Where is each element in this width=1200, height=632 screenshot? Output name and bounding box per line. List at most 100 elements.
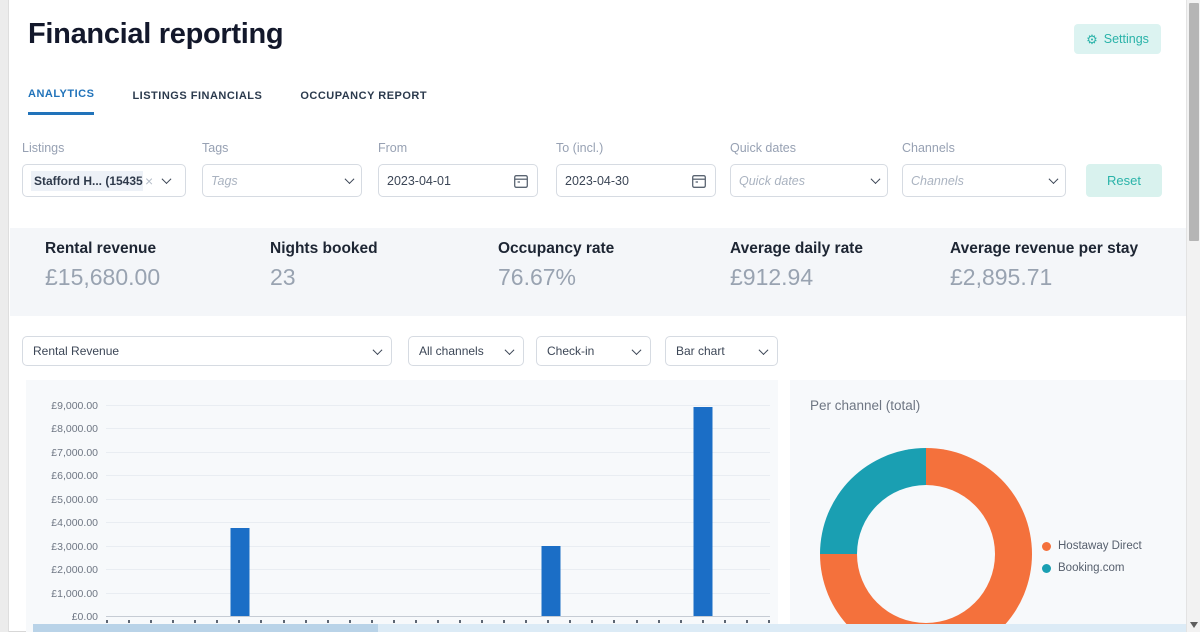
legend-item[interactable]: Hostaway Direct: [1042, 540, 1142, 552]
donut-legend: Hostaway Direct Booking.com: [1042, 540, 1142, 574]
listings-select[interactable]: Stafford H... (15435 ×: [22, 164, 186, 197]
x-axis-tick: [349, 620, 351, 623]
x-axis-tick: [106, 620, 108, 623]
tab-listings-financials[interactable]: LISTINGS FINANCIALS: [132, 88, 262, 115]
donut-hole: [857, 485, 995, 623]
gridline: [106, 569, 770, 570]
legend-item[interactable]: Booking.com: [1042, 562, 1142, 574]
listings-label: Listings: [22, 141, 64, 155]
tab-occupancy-report[interactable]: OCCUPANCY REPORT: [300, 88, 427, 115]
date-basis-value: Check-in: [547, 344, 627, 358]
x-axis-tick: [746, 620, 748, 623]
revenue-bar: [231, 528, 250, 616]
channels-select[interactable]: Channels: [902, 164, 1066, 197]
x-axis-tick: [194, 620, 196, 623]
channel-filter-value: All channels: [419, 344, 500, 358]
metric-select-value: Rental Revenue: [33, 344, 368, 358]
stat-value: £15,680.00: [45, 264, 160, 291]
from-date-input[interactable]: 2023-04-01: [378, 164, 538, 197]
x-axis-tick: [658, 620, 660, 623]
x-axis-tick: [216, 620, 218, 623]
to-date-value: 2023-04-30: [565, 174, 685, 188]
to-label: To (incl.): [556, 141, 603, 155]
stat-value: 23: [270, 264, 378, 291]
settings-button[interactable]: ⚙ Settings: [1074, 24, 1161, 54]
chevron-down-icon[interactable]: [1049, 174, 1059, 184]
x-axis-tick: [371, 620, 373, 623]
chevron-down-icon[interactable]: [759, 345, 769, 355]
x-axis-tick: [768, 620, 770, 623]
y-axis-tick-label: £9,000.00: [26, 400, 98, 412]
channels-placeholder: Channels: [911, 174, 1044, 188]
stat-average-revenue-per-stay: Average revenue per stay £2,895.71: [950, 240, 1138, 291]
tab-analytics[interactable]: ANALYTICS: [28, 88, 94, 115]
stat-label: Occupancy rate: [498, 240, 614, 258]
clear-icon[interactable]: ×: [145, 173, 153, 189]
gridline: [106, 428, 770, 429]
financial-reporting-page: Financial reporting ⚙ Settings ANALYTICS…: [0, 0, 1200, 632]
stat-label: Average revenue per stay: [950, 240, 1138, 258]
y-axis-tick-label: £0.00: [26, 611, 98, 623]
horizontal-scrollbar[interactable]: [33, 624, 1186, 632]
window-left-edge: [0, 0, 9, 632]
stat-value: £912.94: [730, 264, 863, 291]
horizontal-scrollbar-thumb[interactable]: [33, 624, 378, 632]
x-axis-tick: [481, 620, 483, 623]
stat-nights-booked: Nights booked 23: [270, 240, 378, 291]
x-axis-tick: [569, 620, 571, 623]
chart-type-value: Bar chart: [676, 344, 754, 358]
x-axis-tick: [636, 620, 638, 623]
y-axis-tick-label: £1,000.00: [26, 588, 98, 600]
calendar-icon[interactable]: [691, 173, 707, 189]
chevron-down-icon[interactable]: [632, 345, 642, 355]
gear-icon: ⚙: [1086, 33, 1098, 46]
listings-selected-chip: Stafford H... (15435: [31, 171, 143, 191]
stat-average-daily-rate: Average daily rate £912.94: [730, 240, 863, 291]
gridline: [106, 593, 770, 594]
quick-dates-select[interactable]: Quick dates: [730, 164, 888, 197]
bar-chart-plot-area: [106, 405, 770, 616]
chevron-down-icon[interactable]: [871, 174, 881, 184]
vertical-scrollbar-thumb[interactable]: [1189, 3, 1199, 241]
x-axis-tick: [437, 620, 439, 623]
vertical-scrollbar[interactable]: [1186, 0, 1200, 632]
gridline: [106, 499, 770, 500]
chevron-down-icon[interactable]: [345, 174, 355, 184]
x-axis-tick: [305, 620, 307, 623]
channels-label: Channels: [902, 141, 955, 155]
x-axis-tick: [172, 620, 174, 623]
calendar-icon[interactable]: [513, 173, 529, 189]
x-axis-tick: [525, 620, 527, 623]
x-axis-tick: [150, 620, 152, 623]
legend-label: Hostaway Direct: [1058, 540, 1142, 552]
y-axis-tick-label: £2,000.00: [26, 564, 98, 576]
quick-dates-label: Quick dates: [730, 141, 796, 155]
reset-button[interactable]: Reset: [1086, 164, 1162, 197]
scroll-down-arrow-icon[interactable]: [1190, 622, 1198, 628]
gridline: [106, 475, 770, 476]
metric-select[interactable]: Rental Revenue: [22, 336, 392, 366]
stat-value: 76.67%: [498, 264, 614, 291]
revenue-bar: [693, 407, 712, 616]
channel-filter-select[interactable]: All channels: [408, 336, 524, 366]
x-axis-tick: [547, 620, 549, 623]
y-axis-tick-label: £4,000.00: [26, 517, 98, 529]
chevron-down-icon[interactable]: [505, 345, 515, 355]
page-title: Financial reporting: [28, 18, 283, 51]
x-axis-tick: [702, 620, 704, 623]
stat-label: Nights booked: [270, 240, 378, 258]
to-date-input[interactable]: 2023-04-30: [556, 164, 716, 197]
legend-dot-icon: [1042, 564, 1051, 573]
date-basis-select[interactable]: Check-in: [536, 336, 651, 366]
donut-chart-title: Per channel (total): [810, 398, 920, 413]
tags-select[interactable]: Tags: [202, 164, 362, 197]
x-axis-tick: [238, 620, 240, 623]
gridline: [106, 452, 770, 453]
chart-type-select[interactable]: Bar chart: [665, 336, 778, 366]
tags-placeholder: Tags: [211, 174, 340, 188]
chevron-down-icon[interactable]: [162, 174, 172, 184]
summary-stats-band: Rental revenue £15,680.00 Nights booked …: [10, 228, 1186, 316]
chevron-down-icon[interactable]: [373, 345, 383, 355]
y-axis-tick-label: £8,000.00: [26, 423, 98, 435]
from-label: From: [378, 141, 407, 155]
